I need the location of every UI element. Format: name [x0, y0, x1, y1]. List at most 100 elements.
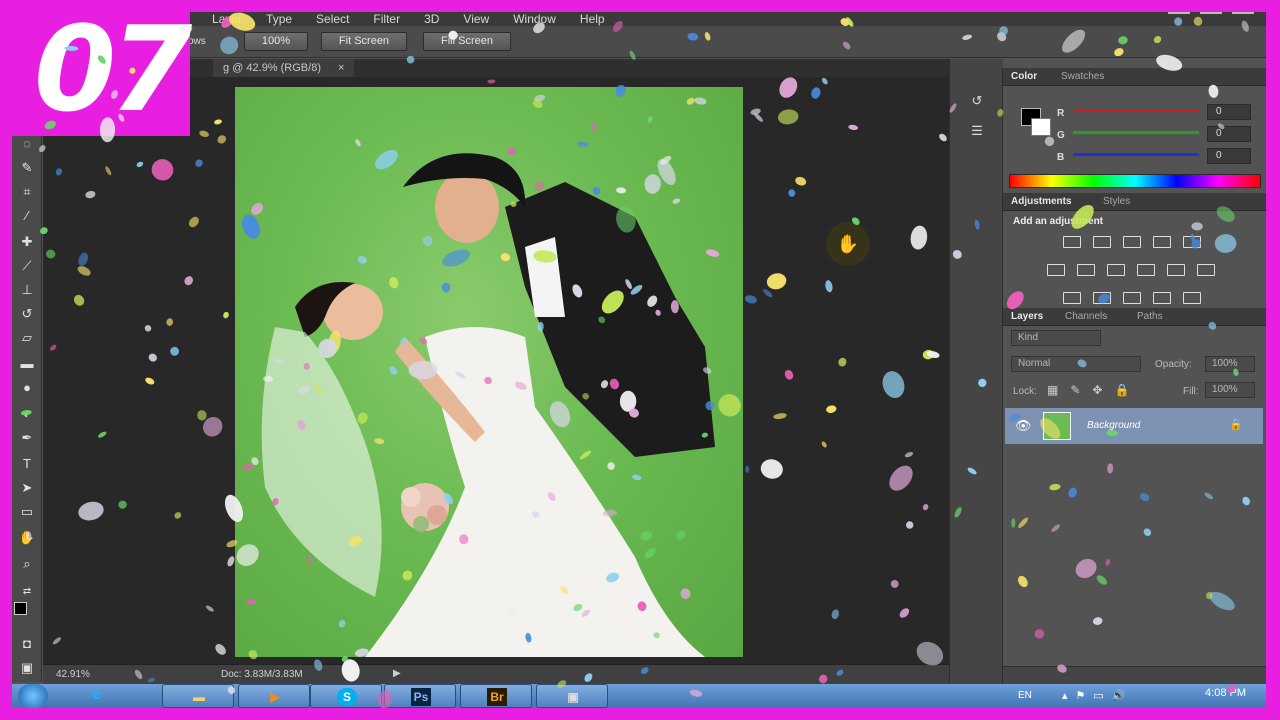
eyedropper-tool-icon[interactable]: ⁄	[16, 206, 38, 226]
zoom-100-button[interactable]: 100%	[244, 32, 308, 51]
language-indicator[interactable]: EN	[1018, 690, 1032, 701]
tab-layers[interactable]: Layers	[1011, 311, 1043, 322]
tab-channels[interactable]: Channels	[1065, 311, 1107, 322]
healing-brush-tool-icon[interactable]: ✚	[16, 232, 38, 252]
fill-screen-button[interactable]: Fill Screen	[423, 32, 511, 51]
eraser-tool-icon[interactable]: ▱	[16, 328, 38, 348]
menu-3d[interactable]: 3D	[424, 13, 439, 25]
close-icon[interactable]	[1232, 12, 1254, 20]
color-balance-icon[interactable]	[1077, 264, 1095, 276]
quick-select-tool-icon[interactable]: ✎	[16, 158, 38, 178]
channel-b-slider[interactable]	[1073, 153, 1199, 156]
tab-paths[interactable]: Paths	[1137, 311, 1163, 322]
maximize-icon[interactable]	[1200, 12, 1222, 20]
layer-row-background[interactable]: 👁 Background 🔒	[1005, 408, 1263, 444]
taskbar-skype[interactable]: S	[310, 684, 382, 708]
start-button[interactable]	[18, 684, 48, 708]
history-panel-icon[interactable]: ↺	[966, 93, 988, 113]
background-color-chip[interactable]	[1031, 118, 1051, 136]
taskbar-clock[interactable]: 4:08 PM	[1205, 687, 1246, 699]
swap-colors-icon[interactable]: ⇄	[16, 582, 38, 602]
zoom-level[interactable]: 42.91%	[56, 669, 90, 680]
fill-field[interactable]: 100%	[1205, 382, 1255, 398]
taskbar-bridge[interactable]: Br	[460, 684, 532, 708]
selective-color-icon[interactable]	[1153, 292, 1171, 304]
color-lookup-icon[interactable]	[1197, 264, 1215, 276]
clone-stamp-tool-icon[interactable]: ⊥	[16, 280, 38, 300]
tray-icons[interactable]: ▴⚑▭🔊	[1062, 689, 1133, 702]
black-white-icon[interactable]	[1107, 264, 1125, 276]
tab-styles[interactable]: Styles	[1103, 196, 1130, 207]
tab-swatches[interactable]: Swatches	[1061, 71, 1104, 82]
document-tab[interactable]: g @ 42.9% (RGB/8) ×	[213, 59, 355, 77]
brush-tool-icon[interactable]: ⟋	[16, 256, 38, 276]
menu-layer[interactable]: Layer	[212, 13, 242, 25]
blend-mode-select[interactable]: Normal	[1011, 356, 1141, 372]
layers-panel-footer	[1003, 666, 1266, 684]
zoom-tool-icon[interactable]: ⌕	[16, 554, 38, 574]
channel-g-value[interactable]: 0	[1207, 126, 1251, 142]
hue-saturation-icon[interactable]	[1047, 264, 1065, 276]
layer-visibility-eye-icon[interactable]: 👁	[1015, 418, 1032, 434]
foreground-color-swatch[interactable]	[14, 602, 27, 615]
menu-view[interactable]: View	[463, 13, 489, 25]
status-menu-arrow-icon[interactable]: ▶	[393, 668, 401, 679]
type-tool-icon[interactable]: T	[16, 454, 38, 474]
crop-tool-icon[interactable]: ⌗	[16, 182, 38, 202]
photo-filter-icon[interactable]	[1137, 264, 1155, 276]
rectangle-tool-icon[interactable]: ▭	[16, 502, 38, 522]
pen-tool-icon[interactable]: ✒	[16, 428, 38, 448]
tab-adjustments[interactable]: Adjustments	[1011, 196, 1072, 207]
kind-filter-label: Kind	[1018, 332, 1039, 343]
taskbar-explorer[interactable]: ▬	[162, 684, 234, 708]
screen-mode-icon[interactable]: ▣	[16, 658, 38, 678]
channel-g-slider[interactable]	[1073, 131, 1199, 134]
channel-r-value[interactable]: 0	[1207, 104, 1251, 120]
channel-b-value[interactable]: 0	[1207, 148, 1251, 164]
brightness-contrast-icon[interactable]	[1063, 236, 1081, 248]
fit-screen-button[interactable]: Fit Screen	[321, 32, 407, 51]
taskbar-image-viewer[interactable]: ▣	[536, 684, 608, 708]
blur-tool-icon[interactable]: ●	[16, 378, 38, 398]
minimize-icon[interactable]	[1168, 12, 1190, 20]
layers-panel-tabs: Layers Channels Paths	[1003, 308, 1266, 326]
hand-tool-icon[interactable]: ✋	[16, 528, 38, 548]
channel-r-slider[interactable]	[1073, 109, 1199, 112]
gradient-tool-icon[interactable]: ▬	[16, 354, 38, 374]
layer-kind-filter[interactable]: Kind	[1011, 330, 1101, 346]
close-tab-icon[interactable]: ×	[338, 62, 344, 74]
channel-mixer-icon[interactable]	[1167, 264, 1185, 276]
wedding-photo[interactable]	[235, 87, 743, 657]
gradient-map-icon[interactable]	[1183, 292, 1201, 304]
curves-icon[interactable]	[1123, 236, 1141, 248]
taskbar-media-player[interactable]: ▶	[238, 684, 310, 708]
properties-panel-icon[interactable]: ☰	[966, 123, 988, 143]
menu-select[interactable]: Select	[316, 13, 349, 25]
layer-name[interactable]: Background	[1087, 420, 1140, 431]
tab-color[interactable]: Color	[1011, 71, 1037, 82]
menu-bar: Layer Type Select Filter 3D View Window …	[12, 12, 1266, 26]
status-bar: 42.91% Doc: 3.83M/3.83M ▶	[43, 664, 949, 684]
color-spectrum[interactable]	[1009, 174, 1261, 188]
path-select-tool-icon[interactable]: ➤	[16, 478, 38, 498]
menu-filter[interactable]: Filter	[373, 13, 400, 25]
levels-icon[interactable]	[1093, 236, 1111, 248]
posterize-icon[interactable]	[1093, 292, 1111, 304]
invert-icon[interactable]	[1063, 292, 1081, 304]
menu-type[interactable]: Type	[266, 13, 292, 25]
document-size: Doc: 3.83M/3.83M	[221, 669, 303, 680]
vibrance-icon[interactable]	[1183, 236, 1201, 248]
threshold-icon[interactable]	[1123, 292, 1141, 304]
taskbar-photoshop[interactable]: Ps	[384, 684, 456, 708]
exposure-icon[interactable]	[1153, 236, 1171, 248]
photoshop-icon: Ps	[411, 688, 431, 706]
media-player-icon: ▶	[270, 690, 280, 704]
opacity-field[interactable]: 100%	[1205, 356, 1255, 372]
taskbar-ie-icon[interactable]: e	[92, 686, 114, 706]
menu-window[interactable]: Window	[513, 13, 556, 25]
menu-help[interactable]: Help	[580, 13, 605, 25]
dodge-tool-icon[interactable]: ◐	[16, 404, 38, 424]
quick-mask-icon[interactable]: ◘	[16, 634, 38, 654]
history-brush-tool-icon[interactable]: ↺	[16, 304, 38, 324]
lock-icons[interactable]: ▦✎✥🔒	[1047, 383, 1141, 397]
